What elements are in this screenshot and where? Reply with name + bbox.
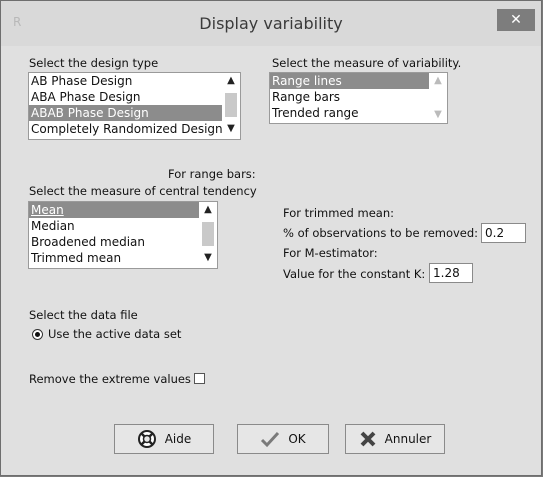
active-dataset-radio[interactable]	[32, 329, 43, 340]
central-tendency-listbox[interactable]: Mean Median Broadened median Trimmed mea…	[28, 201, 218, 269]
central-tendency-scrollbar[interactable]: ▲ ▼	[199, 202, 217, 268]
scroll-thumb[interactable]	[202, 222, 214, 246]
design-type-listbox[interactable]: AB Phase Design ABA Phase Design ABAB Ph…	[28, 72, 241, 140]
checkmark-icon	[260, 430, 280, 448]
variability-scrollbar[interactable]: ▲ ▼	[429, 73, 447, 123]
remove-extreme-label: Remove the extreme values	[29, 372, 191, 386]
scroll-down-icon[interactable]: ▼	[222, 123, 240, 134]
title-bar: R Display variability ✕	[1, 1, 541, 46]
data-file-label: Select the data file	[29, 308, 138, 322]
ok-button-label: OK	[288, 432, 306, 446]
dialog-window: R Display variability ✕ Select the desig…	[0, 0, 542, 476]
scroll-up-icon[interactable]: ▲	[429, 75, 447, 86]
help-button-label: Aide	[164, 432, 192, 446]
constant-k-field[interactable]: 1.28	[429, 263, 473, 283]
for-range-bars-label: For range bars:	[168, 167, 256, 181]
trimmed-pct-field[interactable]: 0.2	[481, 223, 526, 243]
trimmed-pct-label: % of observations to be removed:	[283, 226, 479, 240]
design-type-item[interactable]: Completely Randomized Design	[29, 121, 240, 137]
cross-icon	[359, 430, 377, 448]
central-tendency-item[interactable]: Median	[29, 218, 217, 234]
m-estimator-heading: For M-estimator:	[283, 246, 378, 260]
design-type-item[interactable]: ABA Phase Design	[29, 89, 240, 105]
dialog-title: Display variability	[199, 14, 343, 33]
design-type-item[interactable]: ABAB Phase Design	[29, 105, 240, 121]
lifebuoy-icon	[137, 429, 157, 449]
help-button[interactable]: Aide	[114, 424, 214, 454]
variability-item[interactable]: Range lines	[270, 73, 447, 89]
central-tendency-item[interactable]: Trimmed mean	[29, 250, 217, 266]
central-tendency-item[interactable]: Broadened median	[29, 234, 217, 250]
variability-item[interactable]: Range bars	[270, 89, 447, 105]
remove-extreme-checkbox[interactable]	[194, 373, 205, 384]
active-dataset-label: Use the active data set	[48, 327, 182, 341]
design-type-label: Select the design type	[29, 56, 159, 70]
scroll-down-icon[interactable]: ▼	[429, 109, 447, 120]
variability-item[interactable]: Trended range	[270, 105, 447, 121]
cancel-button-label: Annuler	[384, 432, 432, 446]
design-type-item[interactable]: AB Phase Design	[29, 73, 240, 89]
variability-listbox[interactable]: Range lines Range bars Trended range ▲ ▼	[269, 72, 448, 124]
trimmed-mean-heading: For trimmed mean:	[283, 206, 394, 220]
ok-button[interactable]: OK	[237, 424, 329, 454]
cancel-button[interactable]: Annuler	[345, 424, 445, 454]
scroll-up-icon[interactable]: ▲	[199, 204, 217, 215]
variability-label: Select the measure of variability.	[272, 56, 462, 70]
central-tendency-label: Select the measure of central tendency	[29, 184, 257, 198]
scroll-down-icon[interactable]: ▼	[199, 252, 217, 263]
close-button[interactable]: ✕	[497, 9, 535, 31]
constant-k-label: Value for the constant K:	[283, 267, 426, 281]
scroll-up-icon[interactable]: ▲	[222, 75, 240, 86]
scroll-thumb[interactable]	[225, 93, 237, 117]
design-type-scrollbar[interactable]: ▲ ▼	[222, 73, 240, 139]
central-tendency-item[interactable]: Mean	[29, 202, 217, 218]
